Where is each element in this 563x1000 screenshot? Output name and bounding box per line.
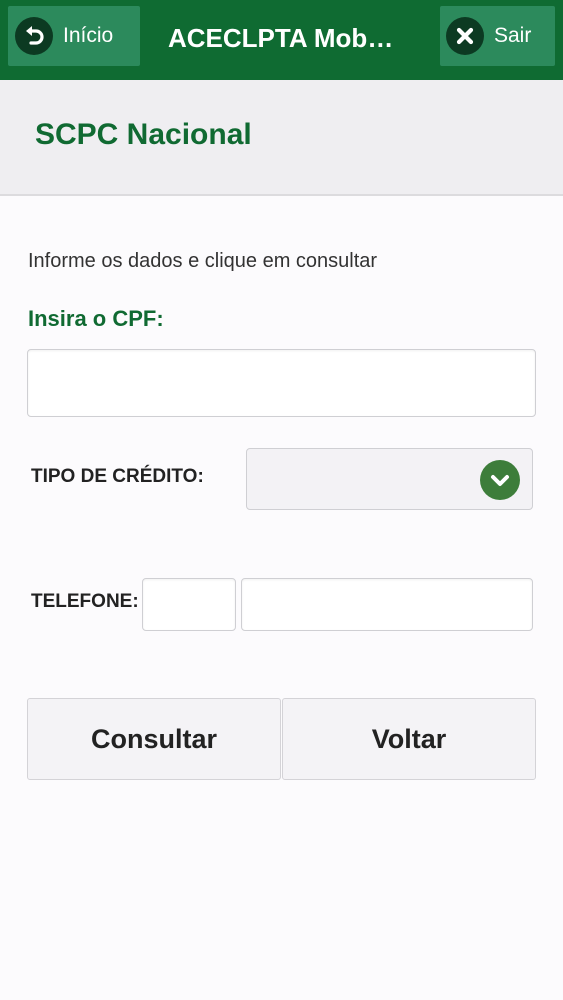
phone-number-input[interactable] [241,578,533,631]
consult-button[interactable]: Consultar [27,698,281,780]
top-bar: Início ACECLPTA Mobile Sair [0,0,563,80]
back-button-label: Voltar [371,723,447,754]
undo-arrow-icon [15,17,53,55]
home-button-label: Início [63,24,114,47]
exit-button-label: Sair [494,24,532,47]
cpf-label: Insira o CPF: [28,306,164,331]
app-title: ACECLPTA Mobile [168,23,394,53]
credit-type-select[interactable] [246,448,533,510]
page-title: SCPC Nacional [35,118,252,151]
exit-button[interactable]: Sair [440,6,555,66]
instructions-text: Informe os dados e clique em consultar [28,250,378,272]
phone-area-code-input[interactable] [142,578,236,631]
home-button[interactable]: Início [8,6,140,66]
credit-type-label: TIPO DE CRÉDITO: [31,466,204,487]
app-screen: Início ACECLPTA Mobile Sair SCPC Naciona… [0,0,563,1000]
page-title-band: SCPC Nacional [0,80,563,196]
close-icon [446,17,484,55]
consult-button-label: Consultar [90,723,217,754]
phone-label: TELEFONE: [31,591,139,612]
cpf-input[interactable] [27,349,536,417]
chevron-down-icon [480,460,520,500]
back-button[interactable]: Voltar [282,698,536,780]
